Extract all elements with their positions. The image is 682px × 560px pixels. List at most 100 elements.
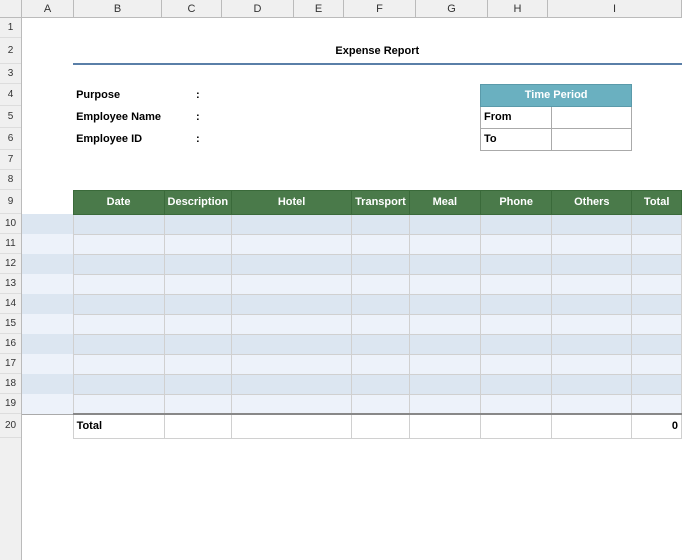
row-5: Employee Name : From: [22, 106, 682, 128]
header-date: Date: [73, 190, 164, 214]
cell-1i: [632, 18, 682, 38]
header-others: Others: [552, 190, 632, 214]
row-num-9: 9: [0, 190, 21, 214]
employee-name-value[interactable]: [232, 106, 352, 128]
col-header-h: H: [488, 0, 548, 17]
main-table: Expense Report Purpose : Time Period: [22, 18, 682, 439]
cell-1e: [352, 18, 410, 38]
purpose-label: Purpose: [73, 84, 164, 106]
row-num-1: 1: [0, 18, 21, 38]
report-title: Expense Report: [73, 38, 681, 64]
cell-6a: [22, 128, 73, 150]
cell-5i: [632, 106, 682, 128]
col-header-g: G: [416, 0, 488, 17]
data-row-10: [22, 214, 682, 234]
header-total: Total: [632, 190, 682, 214]
row-num-18: 18: [0, 374, 21, 394]
data-row-14: [22, 294, 682, 314]
cell-1h: [552, 18, 632, 38]
time-period-header: Time Period: [480, 84, 631, 106]
total-phone: [480, 414, 551, 438]
cell-5ef: [352, 106, 481, 128]
col-header-d: D: [222, 0, 294, 17]
cell-1c: [164, 18, 232, 38]
row-num-2: 2: [0, 38, 21, 64]
from-value[interactable]: [552, 106, 632, 128]
purpose-colon: :: [164, 84, 232, 106]
data-row-18: [22, 374, 682, 394]
total-label: Total: [73, 414, 164, 438]
employee-name-colon: :: [164, 106, 232, 128]
row-num-4: 4: [0, 84, 21, 106]
row-num-7: 7: [0, 150, 21, 170]
data-row-11: [22, 234, 682, 254]
total-hotel: [232, 414, 352, 438]
cell-1d: [232, 18, 352, 38]
data-row-19: [22, 394, 682, 414]
row-num-16: 16: [0, 334, 21, 354]
col-header-c: C: [162, 0, 222, 17]
spreadsheet-body: 1 2 3 4 5 6 7 8 9 10 11 12 13 14 15 16 1…: [0, 18, 682, 560]
header-description: Description: [164, 190, 232, 214]
cell-4ef: [352, 84, 481, 106]
row-num-19: 19: [0, 394, 21, 414]
total-a: [22, 414, 73, 438]
col-header-b: B: [74, 0, 162, 17]
cell-1g: [480, 18, 551, 38]
cell-6ef: [352, 128, 481, 150]
row-num-15: 15: [0, 314, 21, 334]
total-value: 0: [632, 414, 682, 438]
header-meal: Meal: [409, 190, 480, 214]
data-row-17: [22, 354, 682, 374]
spreadsheet: A B C D E F G H I 1 2 3 4 5 6 7 8 9 10 1…: [0, 0, 682, 560]
col-header-e: E: [294, 0, 344, 17]
data-row-13: [22, 274, 682, 294]
header-transport: Transport: [352, 190, 410, 214]
col-headers: A B C D E F G H I: [0, 0, 682, 18]
from-label: From: [480, 106, 551, 128]
row-num-13: 13: [0, 274, 21, 294]
to-value[interactable]: [552, 128, 632, 150]
row-9-headers: Date Description Hotel Transport Meal Ph…: [22, 190, 682, 214]
cell-5a: [22, 106, 73, 128]
employee-id-label: Employee ID: [73, 128, 164, 150]
cell-1b: [73, 18, 164, 38]
total-row: Total 0: [22, 414, 682, 438]
to-label: To: [480, 128, 551, 150]
row-num-6: 6: [0, 128, 21, 150]
total-transport: [352, 414, 410, 438]
data-row-15: [22, 314, 682, 334]
row-num-14: 14: [0, 294, 21, 314]
total-meal: [409, 414, 480, 438]
row-num-12: 12: [0, 254, 21, 274]
data-row-12: [22, 254, 682, 274]
total-others: [552, 414, 632, 438]
row-7-empty: [22, 150, 682, 170]
row-numbers: 1 2 3 4 5 6 7 8 9 10 11 12 13 14 15 16 1…: [0, 18, 22, 560]
col-header-a: A: [22, 0, 74, 17]
row-num-5: 5: [0, 106, 21, 128]
row-1: [22, 18, 682, 38]
corner-cell: [0, 0, 22, 17]
employee-id-value[interactable]: [232, 128, 352, 150]
row-num-20: 20: [0, 414, 21, 438]
row-num-3: 3: [0, 64, 21, 84]
row-8: [22, 170, 682, 190]
row-3: [22, 64, 682, 84]
row-num-17: 17: [0, 354, 21, 374]
row-4: Purpose : Time Period: [22, 84, 682, 106]
row-8-empty: [22, 170, 682, 190]
grid-area: Expense Report Purpose : Time Period: [22, 18, 682, 560]
data-row-16: [22, 334, 682, 354]
col-header-f: F: [344, 0, 416, 17]
row-3-empty: [22, 64, 682, 84]
cell-4a: [22, 84, 73, 106]
row-6: Employee ID : To: [22, 128, 682, 150]
row-num-8: 8: [0, 170, 21, 190]
col-header-i: I: [548, 0, 682, 17]
purpose-value[interactable]: [232, 84, 352, 106]
cell-1f: [409, 18, 480, 38]
header-hotel: Hotel: [232, 190, 352, 214]
employee-id-colon: :: [164, 128, 232, 150]
cell-9a: [22, 190, 73, 214]
